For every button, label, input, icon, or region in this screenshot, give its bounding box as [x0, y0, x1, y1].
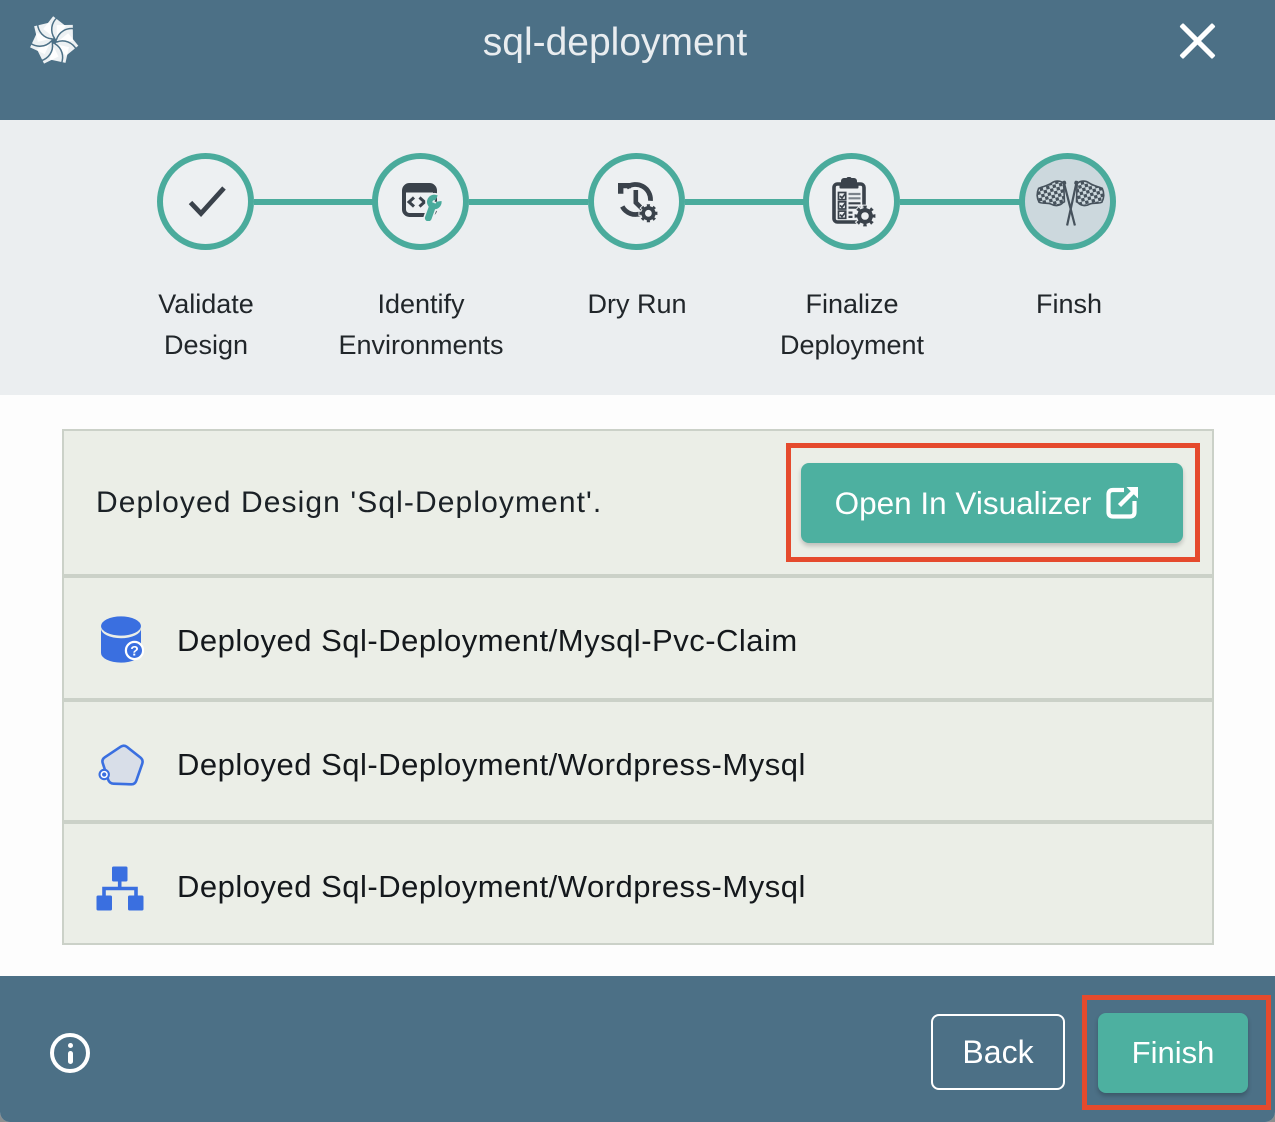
svg-text:?: ? — [130, 643, 139, 659]
